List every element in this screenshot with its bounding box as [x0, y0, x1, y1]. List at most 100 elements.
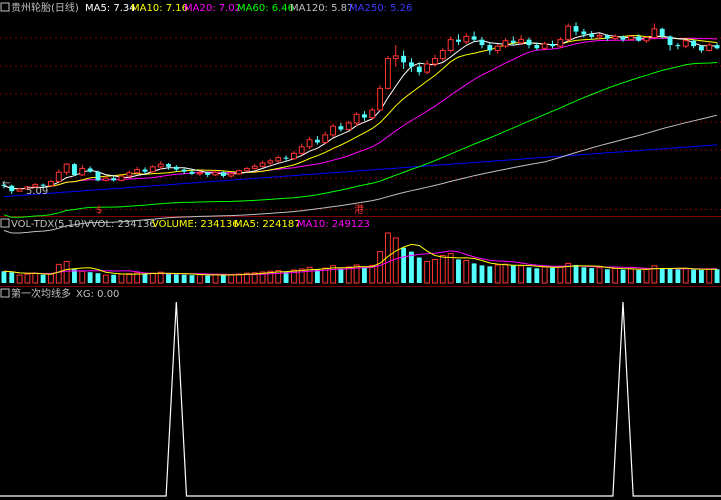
volume-bar	[212, 273, 219, 284]
volume-bar	[416, 257, 422, 283]
candle-body	[682, 40, 689, 47]
candle-body	[471, 36, 477, 40]
volume-bar	[636, 270, 642, 283]
volume-bar	[173, 274, 179, 283]
volume-ma5-label: MA5: 224187	[234, 219, 301, 230]
volume-bar	[596, 267, 603, 284]
candle-body	[479, 39, 485, 46]
volume-bar	[424, 260, 431, 284]
candle	[48, 180, 54, 187]
candle-body	[314, 139, 320, 143]
volume-bar	[401, 247, 407, 283]
candle-body	[557, 39, 564, 47]
candle-body	[267, 160, 274, 164]
volume-bar	[698, 270, 704, 283]
candle	[565, 23, 572, 42]
volume-bar	[456, 259, 461, 283]
volume-bar	[1, 271, 7, 283]
price-panel-header: 贵州轮胎(日线) MA5: 7.34 MA10: 7.16 MA20: 7.02…	[0, 1, 412, 14]
volume-bar	[581, 267, 587, 283]
candle-body	[228, 173, 235, 177]
event-marker-2: 港	[354, 204, 364, 216]
volume-bar	[620, 269, 626, 283]
volume-bar	[118, 273, 125, 284]
candle-body	[126, 172, 133, 177]
candle-body	[384, 58, 391, 89]
volume-bar	[659, 268, 665, 283]
ma10-label: MA10: 7.16	[131, 3, 188, 14]
candle-body	[432, 58, 438, 65]
volume-bar	[181, 274, 187, 283]
volume-bar	[557, 265, 564, 284]
volume-bar	[502, 263, 509, 284]
volume-bar	[392, 237, 399, 284]
volume-bar	[142, 273, 148, 283]
ma5-label: MA5: 7.34	[85, 3, 136, 14]
candle-body	[48, 180, 54, 187]
candle-body	[111, 178, 117, 181]
candle-body	[236, 170, 242, 175]
vvol-label: VVOL: 234136	[84, 219, 156, 230]
candle-body	[142, 169, 148, 172]
volume-bar	[95, 273, 101, 283]
volume-bar	[345, 266, 352, 284]
candle-body	[338, 126, 344, 130]
candle-body	[369, 109, 376, 119]
low-price-arrow: ←	[2, 178, 10, 189]
signal-panel-header: 第一次均线多 XG: 0.00	[0, 287, 119, 300]
volume-bar	[463, 259, 470, 284]
volume-bar	[534, 268, 540, 283]
volume-bar	[487, 266, 493, 283]
volume-bar	[63, 260, 70, 284]
candle-body	[149, 166, 156, 173]
candle-body	[643, 36, 650, 42]
signal-indicator-title: 第一次均线多	[11, 287, 71, 300]
candle-body	[659, 28, 665, 37]
volume-bar	[9, 272, 15, 283]
event-marker-1: $	[96, 205, 102, 216]
candle-body	[651, 28, 658, 38]
candle-body	[157, 163, 164, 168]
volume-bar	[409, 251, 414, 283]
volume-bar	[228, 274, 235, 284]
candle-body	[447, 39, 454, 51]
volume-bar	[338, 268, 344, 283]
candle-body	[510, 40, 516, 43]
volume-bar	[494, 264, 501, 284]
candle	[236, 169, 242, 175]
volume-bar	[627, 268, 634, 284]
volume-bar	[612, 267, 619, 284]
candle-body	[409, 62, 414, 67]
candle-body	[345, 122, 352, 130]
candle-body	[675, 45, 681, 47]
volume-bar	[518, 265, 525, 284]
volume-ma10-label: MA10: 249123	[297, 219, 370, 230]
candle-body	[424, 63, 431, 73]
candle-body	[667, 36, 673, 46]
candle	[149, 165, 156, 173]
volume-bar	[589, 268, 595, 283]
candle-body	[95, 171, 101, 181]
volume-bar	[149, 272, 156, 284]
candle-body	[298, 146, 305, 154]
candle-body	[290, 152, 297, 160]
volume-bar	[16, 274, 23, 284]
candle-body	[275, 157, 282, 162]
low-price-label: 5.09	[26, 186, 48, 197]
candle-body	[87, 168, 93, 172]
volume-bar	[220, 275, 226, 283]
volume-bar	[675, 269, 681, 283]
volume-bar	[526, 267, 532, 283]
volume-bar	[643, 268, 650, 284]
volume-bar	[432, 258, 438, 284]
candle-body	[604, 35, 610, 39]
candle-body	[330, 125, 337, 136]
candle-body	[102, 177, 109, 181]
candle-body	[502, 40, 509, 47]
candle	[627, 35, 634, 41]
candle-body	[166, 164, 171, 167]
volume-bar	[682, 267, 689, 284]
candle-body	[534, 45, 540, 49]
candle-body	[134, 169, 141, 174]
candle-body	[72, 164, 77, 175]
